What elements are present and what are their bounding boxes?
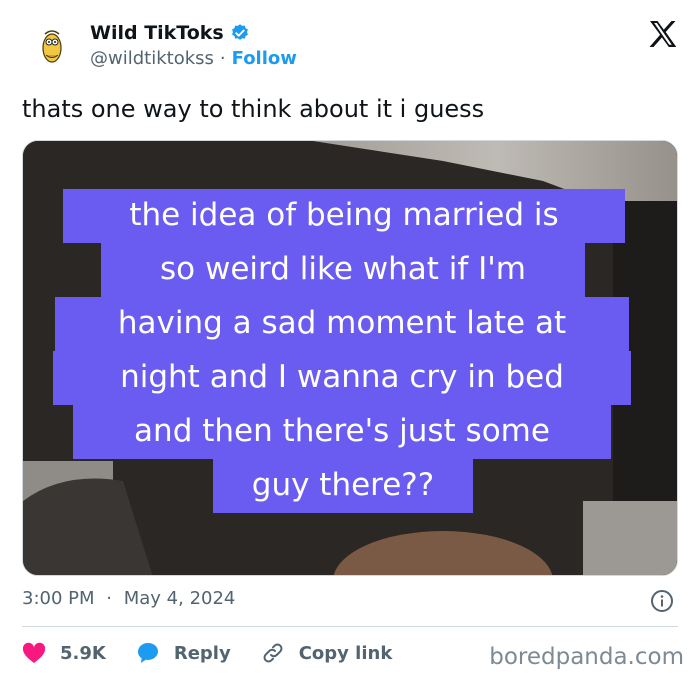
reply-button[interactable]: Reply [136, 641, 231, 665]
handle-row: @wildtiktokss · Follow [90, 48, 297, 69]
caption-line: and then there's just some [73, 405, 611, 459]
reply-label: Reply [173, 642, 231, 664]
link-icon [263, 643, 283, 663]
tweet-timestamp[interactable]: 3:00 PM · May 4, 2024 [22, 588, 235, 609]
caption-line: so weird like what if I'm [101, 243, 585, 297]
handle-separator: · [219, 48, 226, 69]
verified-badge-icon [231, 24, 248, 40]
copy-link-label: Copy link [298, 642, 393, 664]
x-logo-icon[interactable] [648, 20, 678, 48]
speech-bubble-icon [137, 643, 158, 663]
like-button[interactable]: 5.9K [22, 642, 106, 664]
divider [22, 626, 678, 627]
caption-line: the idea of being married is [63, 189, 625, 243]
like-count: 5.9K [60, 642, 106, 664]
author-handle[interactable]: @wildtiktokss [90, 48, 214, 69]
caption-line: night and I wanna cry in bed [53, 351, 631, 405]
tweet-date: May 4, 2024 [123, 588, 236, 609]
name-row: Wild TikToks [90, 22, 250, 44]
tweet-media[interactable]: the idea of being married is so weird li… [22, 140, 678, 576]
avatar-cartoon-icon [28, 22, 76, 70]
caption-line: guy there?? [213, 459, 473, 513]
author-name[interactable]: Wild TikToks [90, 22, 224, 44]
caption-line: having a sad moment late at [55, 297, 629, 351]
follow-button[interactable]: Follow [232, 48, 297, 69]
tweet-time: 3:00 PM [22, 588, 95, 609]
watermark: boredpanda.com [489, 644, 684, 670]
tweet-text: thats one way to think about it i guess [22, 95, 485, 123]
tweet-header: Wild TikToks @wildtiktokss · Follow [0, 0, 700, 90]
avatar[interactable] [28, 22, 76, 70]
info-icon[interactable] [650, 589, 674, 613]
heart-icon [22, 642, 46, 663]
caption-overlay: the idea of being married is so weird li… [23, 141, 677, 575]
copy-link-button[interactable]: Copy link [261, 641, 393, 665]
action-bar: 5.9K Reply Copy link [22, 638, 422, 668]
meta-separator: · [106, 588, 112, 609]
